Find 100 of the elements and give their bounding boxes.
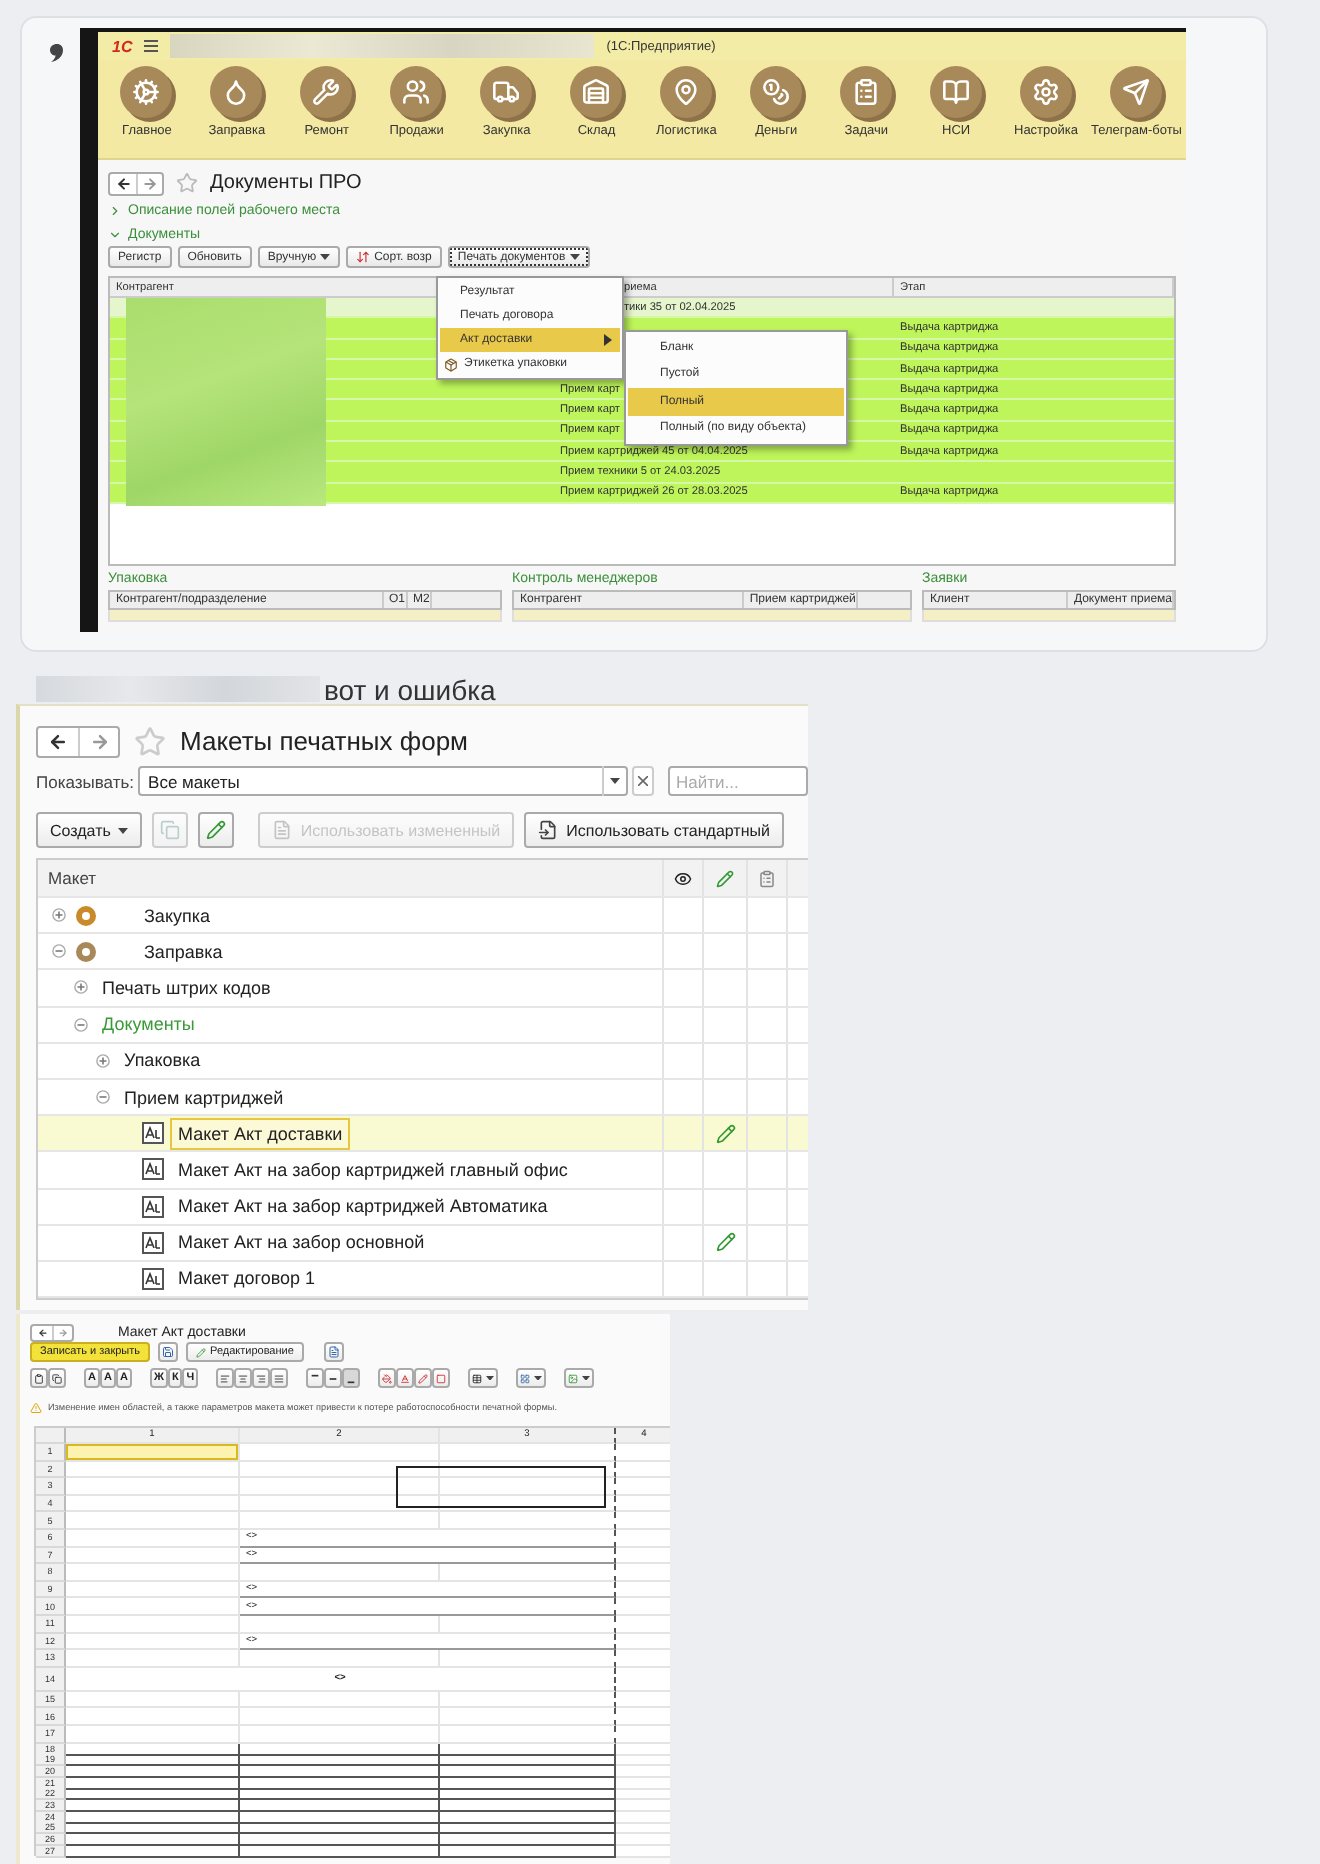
document-arrow-icon	[538, 820, 559, 840]
star-icon[interactable]	[176, 172, 198, 194]
tree-row[interactable]: Закупка	[38, 898, 808, 935]
round-icon	[76, 941, 96, 962]
format-button[interactable]	[48, 1368, 66, 1388]
tree-item-label: Макет договор 1	[176, 1266, 318, 1293]
arrow-right-icon	[142, 175, 158, 191]
expand-icon[interactable]	[96, 1053, 110, 1068]
baseline-icon	[400, 1373, 411, 1383]
tree-row[interactable]: Документы	[38, 1007, 808, 1044]
settings-icon	[1020, 66, 1072, 118]
tree-row[interactable]: Макет Акт на забор основной	[38, 1225, 808, 1262]
warehouse-icon	[570, 66, 623, 118]
gear-icon	[120, 66, 173, 118]
expand-icon[interactable]	[52, 908, 66, 923]
sheet-cell[interactable]	[66, 1799, 240, 1812]
caret-icon	[118, 827, 129, 833]
pencil-icon	[716, 869, 734, 887]
arrow-left-icon	[48, 731, 68, 751]
round-icon	[76, 905, 96, 926]
arrow-left-icon	[115, 175, 131, 191]
align-top-icon	[310, 1373, 321, 1383]
format-button[interactable]	[516, 1368, 547, 1388]
tree-item-label: Макет Акт на забор основной	[176, 1230, 427, 1257]
template-icon	[142, 1195, 164, 1218]
collapse-icon[interactable]	[96, 1090, 110, 1105]
field-label: Показывать:	[36, 771, 135, 791]
people-icon	[390, 66, 443, 118]
copy-icon	[52, 1373, 62, 1383]
filter-select[interactable]: Все макеты	[138, 766, 628, 796]
sheet-cell[interactable]	[66, 1822, 240, 1835]
template-icon	[142, 1158, 164, 1181]
search-field[interactable]: Найти...	[668, 766, 808, 796]
document-icon	[272, 820, 293, 840]
copy-icon	[160, 820, 181, 840]
expand-icon[interactable]	[74, 980, 88, 995]
format-button[interactable]	[468, 1368, 499, 1388]
coins-icon	[750, 66, 803, 118]
book-icon	[930, 66, 983, 118]
menu-icon[interactable]	[144, 40, 159, 52]
sheet-cell[interactable]	[66, 1777, 240, 1790]
tree-row[interactable]: Прием картриджей	[38, 1079, 808, 1117]
page-title: Документы ПРО	[210, 172, 362, 194]
caret-icon	[582, 1375, 591, 1381]
tree-row[interactable]: Заправка	[38, 934, 808, 971]
tree-row[interactable]: Упаковка	[38, 1043, 808, 1080]
clipboard-icon	[34, 1373, 44, 1383]
clear-button[interactable]	[631, 766, 654, 796]
tree-row[interactable]: Макет договор 1	[38, 1261, 808, 1299]
image-icon	[568, 1373, 579, 1383]
close-icon	[637, 776, 648, 786]
format-button[interactable]	[324, 1368, 343, 1388]
sheet-cell[interactable]	[66, 1754, 240, 1767]
format-button[interactable]	[564, 1368, 595, 1388]
arrow-right-icon	[89, 731, 109, 751]
tree-row[interactable]: Печать штрих кодов	[38, 970, 808, 1008]
tree-row[interactable]: Макет Акт на забор картриджей Автоматика	[38, 1189, 808, 1226]
caret-icon	[609, 778, 620, 784]
align-justify-icon	[274, 1373, 285, 1383]
collapse-icon[interactable]	[74, 1017, 88, 1032]
caret-icon	[569, 254, 580, 260]
sheet-cell[interactable]	[66, 1788, 240, 1801]
warning-icon	[30, 1401, 42, 1413]
map-pin-icon	[660, 66, 713, 118]
caret-icon	[486, 1375, 495, 1381]
collapse-icon[interactable]	[52, 944, 66, 959]
paper-plane-icon	[1110, 66, 1163, 118]
format-button[interactable]	[30, 1368, 48, 1388]
submenu-arrow-icon	[604, 334, 612, 346]
sheet-cell[interactable]	[66, 1765, 240, 1778]
toolbar-button[interactable]: Использовать стандартный	[524, 812, 784, 848]
app-logo: 1С	[112, 37, 133, 55]
wrench-icon	[300, 66, 353, 118]
sheet-cell[interactable]	[66, 1743, 240, 1755]
tree-item-label: Документы	[100, 1012, 197, 1039]
truck-icon	[480, 66, 533, 118]
tree-item-label: Прием картриджей	[122, 1085, 286, 1112]
sheet-cell[interactable]	[66, 1845, 240, 1858]
sheet-corner	[36, 1428, 66, 1444]
message-text: вот и ошибка	[324, 673, 496, 705]
arrow-right-icon	[58, 1327, 68, 1337]
icon-button[interactable]	[323, 1342, 344, 1362]
document-icon	[327, 1346, 340, 1358]
align-left-icon	[220, 1373, 231, 1383]
align-center-icon	[238, 1373, 249, 1383]
tree-item-label: Макет Акт доставки	[170, 1117, 351, 1150]
icon-button[interactable]	[158, 1342, 179, 1362]
toolbar-button[interactable]: Создать	[36, 812, 143, 848]
sheet-cell[interactable]	[66, 1811, 240, 1824]
paint-bucket-icon	[382, 1373, 393, 1383]
tree-row[interactable]: Макет Акт доставки	[38, 1116, 808, 1153]
eye-icon	[674, 869, 692, 887]
sheet-cell[interactable]	[66, 1834, 240, 1846]
pencil-icon	[206, 820, 227, 840]
icon-button[interactable]	[198, 812, 235, 848]
align-right-icon	[256, 1373, 267, 1383]
arrow-left-icon	[37, 1327, 47, 1337]
star-icon[interactable]	[134, 725, 166, 757]
clipboard-icon	[840, 66, 893, 118]
tree-row[interactable]: Макет Акт на забор картриджей главный офис	[38, 1152, 808, 1189]
